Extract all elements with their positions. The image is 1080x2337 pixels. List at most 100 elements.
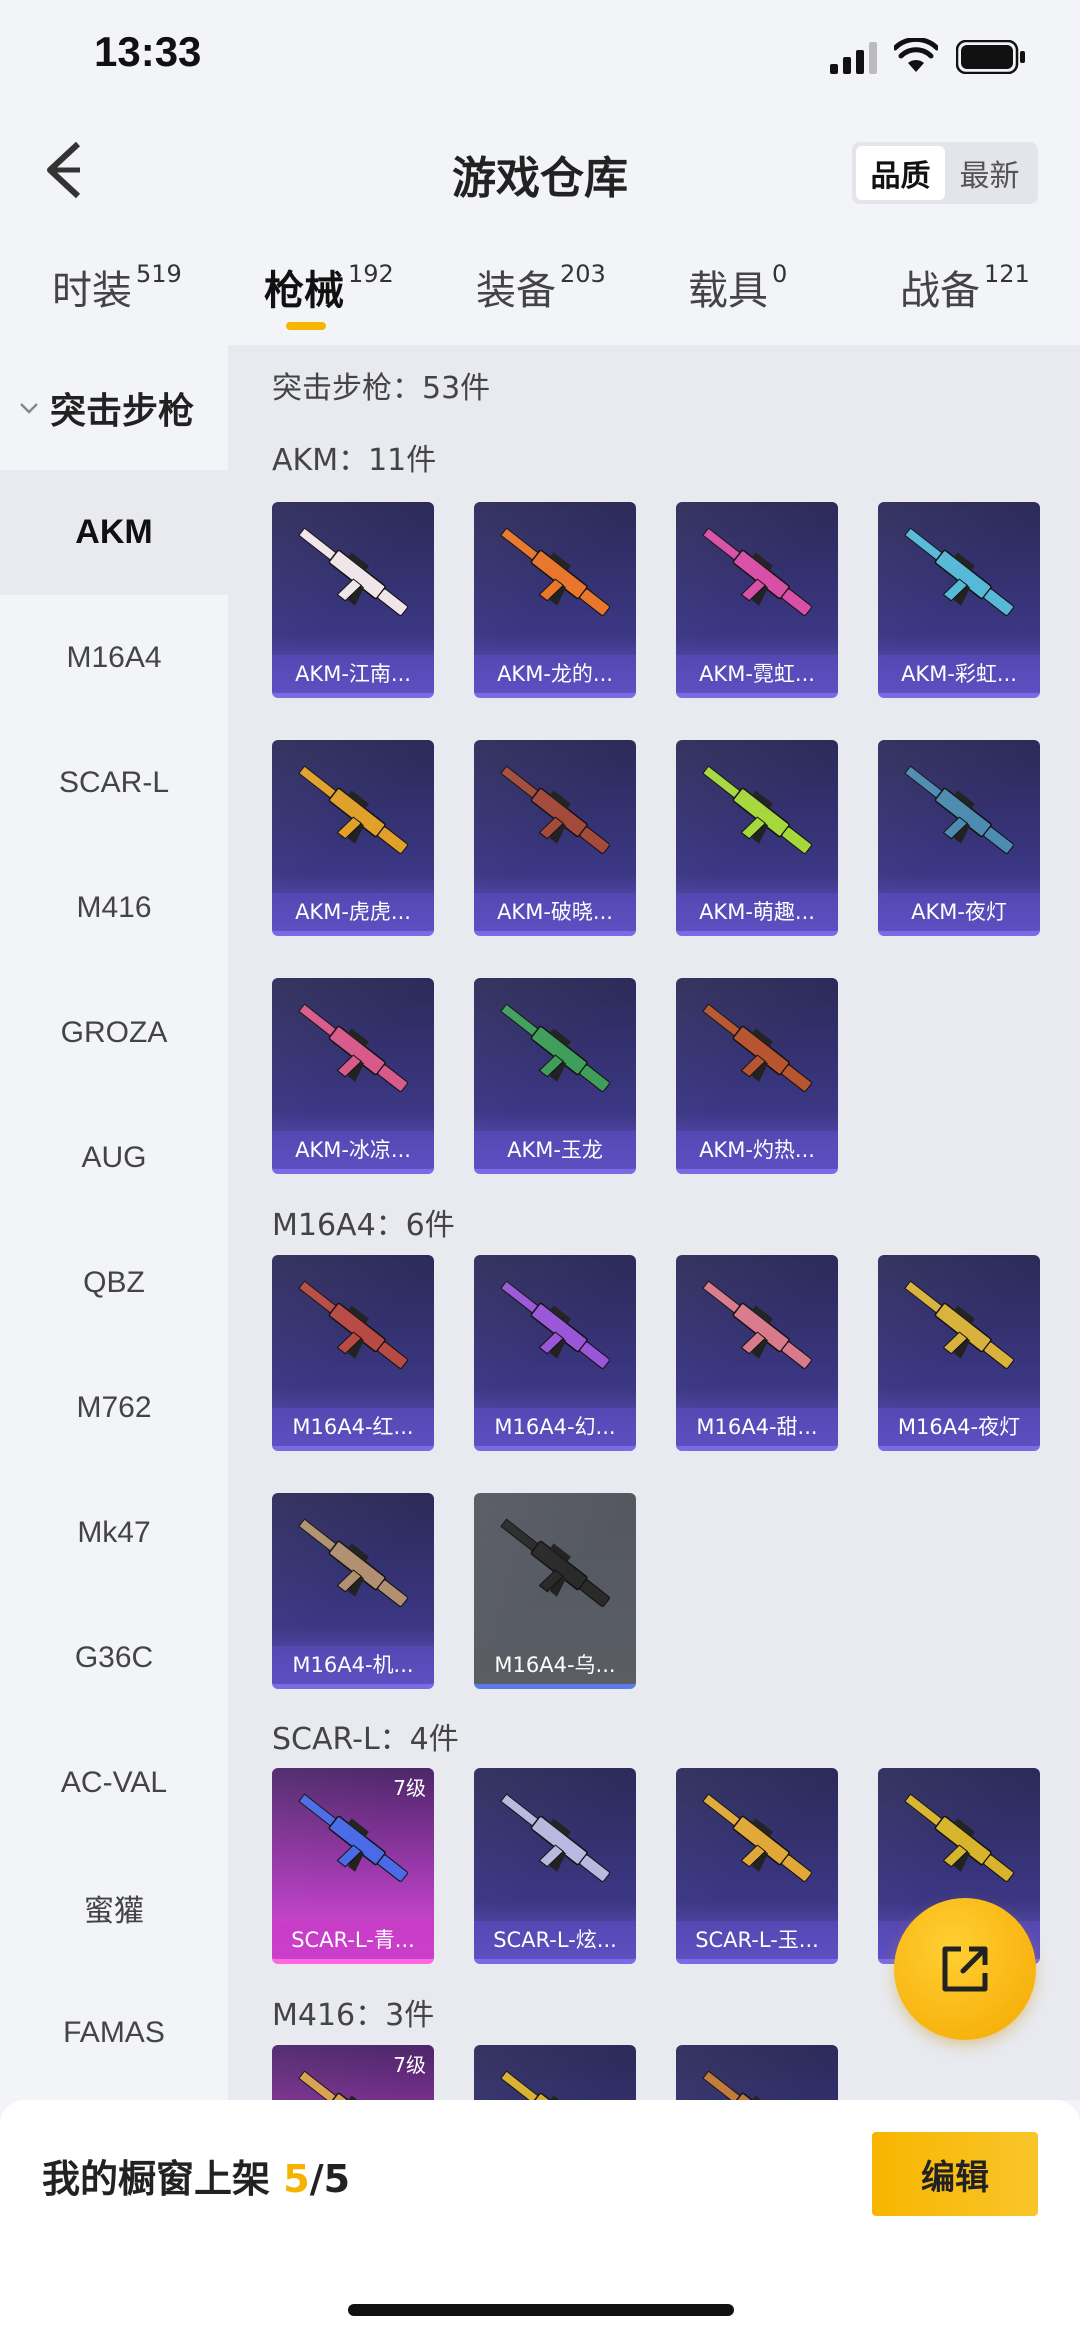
- sidebar-item-honey-badger[interactable]: 蜜獾: [0, 1845, 228, 1970]
- weapon-skin-card[interactable]: AKM-龙的...: [474, 502, 636, 698]
- weapon-skin-card[interactable]: AKM-冰凉...: [272, 978, 434, 1174]
- weapon-image: [892, 1786, 1026, 1896]
- weapon-skin-name: AKM-灼热...: [676, 1131, 838, 1169]
- sidebar-item-m416[interactable]: M416: [0, 845, 228, 970]
- weapon-skin-card[interactable]: M16A4-红...: [272, 1255, 434, 1451]
- status-time: 13:33: [94, 28, 202, 75]
- sidebar-group-assault-rifle[interactable]: 突击步枪: [0, 345, 228, 470]
- weapon-image: [690, 1273, 824, 1383]
- sidebar-item-akm[interactable]: AKM: [0, 470, 228, 595]
- tab-label: 枪械: [264, 268, 344, 314]
- sidebar-item-m16a4[interactable]: M16A4: [0, 595, 228, 720]
- tab-label: 战备: [900, 268, 980, 314]
- tab-fashion[interactable]: 时装 519: [52, 258, 182, 316]
- sidebar-item-aug[interactable]: AUG: [0, 1095, 228, 1220]
- showcase-status: 我的橱窗上架 5/5: [42, 2148, 350, 2203]
- tab-vehicles[interactable]: 载具 0: [688, 258, 787, 316]
- sidebar-item-qbz[interactable]: QBZ: [0, 1220, 228, 1345]
- weapon-skin-card[interactable]: AKM-虎虎...: [272, 740, 434, 936]
- weapon-skin-card[interactable]: AKM-萌趣...: [676, 740, 838, 936]
- weapon-skin-name: SCAR-L-青...: [272, 1921, 434, 1959]
- sidebar-item-g36c[interactable]: G36C: [0, 1595, 228, 1720]
- sidebar-item-ac-val[interactable]: AC-VAL: [0, 1720, 228, 1845]
- tab-count: 192: [348, 260, 394, 288]
- weapon-image: [286, 758, 420, 868]
- tab-count: 203: [560, 260, 606, 288]
- chevron-down-icon: [20, 402, 38, 414]
- weapon-skin-card[interactable]: 7级: [272, 2045, 434, 2100]
- weapon-image: [488, 1511, 622, 1621]
- showcase-current: 5: [283, 2157, 310, 2201]
- signal-icon: [830, 42, 877, 74]
- weapon-image: [690, 996, 824, 1106]
- weapon-image: [690, 2063, 824, 2100]
- weapon-skin-card[interactable]: AKM-江南...: [272, 502, 434, 698]
- weapon-skin-card[interactable]: AKM-夜灯: [878, 740, 1040, 936]
- weapon-skin-card[interactable]: M16A4-机...: [272, 1493, 434, 1689]
- weapon-grid: 突击步枪：53件 AKM：11件 AKM-江南... AKM-龙的... AKM-霓虹…: [228, 345, 1080, 2100]
- share-button[interactable]: [894, 1898, 1036, 2040]
- weapon-skin-card[interactable]: 7级 SCAR-L-青...: [272, 1768, 434, 1964]
- sort-latest-button[interactable]: 最新: [945, 146, 1034, 200]
- skin-level-badge: 7级: [393, 2053, 426, 2077]
- showcase-label: 我的橱窗上架: [42, 2157, 271, 2201]
- weapon-image: [286, 520, 420, 630]
- weapon-skin-card[interactable]: M16A4-甜...: [676, 1255, 838, 1451]
- sidebar-item-famas[interactable]: FAMAS: [0, 1970, 228, 2095]
- sidebar-item-groza[interactable]: GROZA: [0, 970, 228, 1095]
- weapon-image: [286, 996, 420, 1106]
- weapon-skin-card[interactable]: AKM-灼热...: [676, 978, 838, 1174]
- weapon-skin-card[interactable]: SCAR-L-炫...: [474, 1768, 636, 1964]
- tab-supplies[interactable]: 战备 121: [900, 258, 1030, 316]
- weapon-image: [286, 1273, 420, 1383]
- showcase-total: /5: [309, 2157, 351, 2201]
- sidebar-item-mk47[interactable]: Mk47: [0, 1470, 228, 1595]
- weapon-skin-card[interactable]: M16A4-幻...: [474, 1255, 636, 1451]
- weapon-skin-card[interactable]: SCAR-L-玉...: [676, 1768, 838, 1964]
- tab-guns[interactable]: 枪械 192: [264, 258, 394, 316]
- weapon-skin-name: AKM-虎虎...: [272, 893, 434, 931]
- weapon-skin-name: AKM-彩虹...: [878, 655, 1040, 693]
- weapon-sidebar: 突击步枪 AKM M16A4 SCAR-L M416 GROZA AUG QBZ…: [0, 345, 228, 2100]
- weapon-skin-name: AKM-霓虹...: [676, 655, 838, 693]
- weapon-skin-card[interactable]: M16A4-乌...: [474, 1493, 636, 1689]
- section-title: M16A4：6件: [272, 1208, 455, 1243]
- sidebar-group-label: 突击步枪: [50, 390, 195, 432]
- weapon-skin-card[interactable]: AKM-霓虹...: [676, 502, 838, 698]
- weapon-skin-name: AKM-江南...: [272, 655, 434, 693]
- battery-icon: [956, 40, 1025, 74]
- sort-quality-button[interactable]: 品质: [856, 146, 945, 200]
- weapon-image: [488, 1786, 622, 1896]
- status-bar: 13:33: [0, 0, 1080, 120]
- weapon-skin-name: AKM-破晓...: [474, 893, 636, 931]
- sidebar-item-m762[interactable]: M762: [0, 1345, 228, 1470]
- sidebar-item-scar-l[interactable]: SCAR-L: [0, 720, 228, 845]
- weapon-skin-card[interactable]: [676, 2045, 838, 2100]
- section-title: M416：3件: [272, 1998, 435, 2033]
- weapon-skin-card[interactable]: M16A4-夜灯: [878, 1255, 1040, 1451]
- weapon-image: [488, 996, 622, 1106]
- weapon-skin-name: M16A4-机...: [272, 1646, 434, 1684]
- weapon-skin-card[interactable]: AKM-破晓...: [474, 740, 636, 936]
- weapon-skin-card[interactable]: [474, 2045, 636, 2100]
- weapon-skin-name: AKM-玉龙: [474, 1131, 636, 1169]
- wifi-icon: [894, 38, 938, 72]
- tab-label: 装备: [476, 268, 556, 314]
- weapon-skin-name: M16A4-乌...: [474, 1646, 636, 1684]
- home-indicator: [348, 2304, 734, 2316]
- tab-equipment[interactable]: 装备 203: [476, 258, 606, 316]
- weapon-image: [488, 1273, 622, 1383]
- category-tabs: 时装 519 枪械 192 装备 203 载具 0 战备 121: [0, 250, 1080, 340]
- edit-button[interactable]: 编辑: [872, 2132, 1038, 2216]
- weapon-skin-card[interactable]: AKM-彩虹...: [878, 502, 1040, 698]
- weapon-skin-name: M16A4-甜...: [676, 1408, 838, 1446]
- tab-count: 121: [984, 260, 1030, 288]
- weapon-image: [690, 758, 824, 868]
- weapon-skin-name: M16A4-幻...: [474, 1408, 636, 1446]
- weapon-image: [892, 520, 1026, 630]
- tab-count: 519: [136, 260, 182, 288]
- back-chevron-icon[interactable]: [40, 138, 90, 202]
- weapon-skin-name: M16A4-红...: [272, 1408, 434, 1446]
- category-title: 突击步枪：53件: [272, 371, 491, 406]
- weapon-skin-card[interactable]: AKM-玉龙: [474, 978, 636, 1174]
